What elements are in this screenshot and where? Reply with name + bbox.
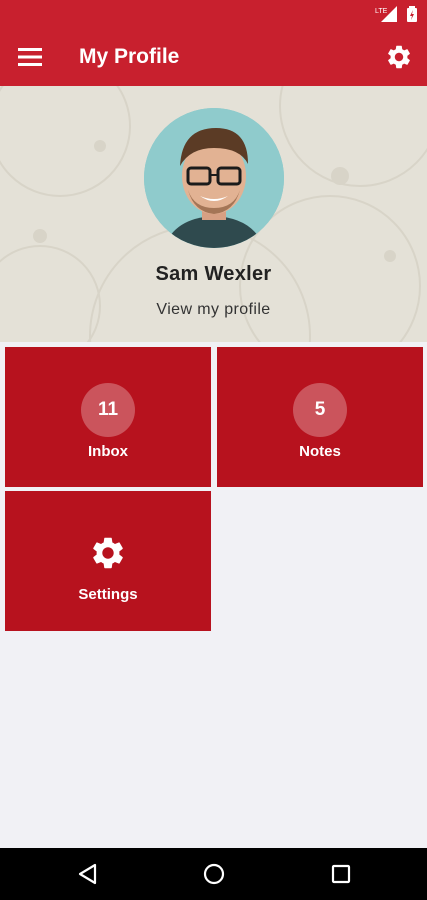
back-icon[interactable]: [76, 862, 100, 886]
notes-count-badge: 5: [293, 383, 347, 437]
inbox-count-badge: 11: [81, 383, 135, 437]
home-icon[interactable]: [202, 862, 226, 886]
avatar[interactable]: [144, 108, 284, 248]
system-nav-bar: [0, 848, 427, 900]
page-title: My Profile: [79, 45, 180, 68]
status-bar: LTE: [0, 0, 427, 28]
svg-text:LTE: LTE: [375, 8, 388, 15]
notes-label: Notes: [299, 443, 341, 460]
inbox-label: Inbox: [88, 443, 128, 460]
gear-icon: [93, 537, 123, 569]
profile-name: Sam Wexler: [155, 263, 272, 285]
notes-tile[interactable]: 5 Notes: [217, 347, 423, 487]
inbox-tile[interactable]: 11 Inbox: [5, 347, 211, 487]
menu-icon[interactable]: [18, 46, 42, 68]
view-profile-link[interactable]: View my profile: [0, 301, 427, 319]
app-bar: My Profile: [0, 28, 427, 86]
settings-gear-icon[interactable]: [385, 43, 413, 71]
settings-label: Settings: [78, 586, 138, 603]
recents-icon[interactable]: [329, 862, 353, 886]
settings-tile[interactable]: Settings: [5, 491, 211, 631]
signal-icon: LTE: [375, 6, 397, 22]
profile-header: Sam Wexler View my profile: [0, 86, 427, 342]
battery-icon: [407, 6, 417, 22]
